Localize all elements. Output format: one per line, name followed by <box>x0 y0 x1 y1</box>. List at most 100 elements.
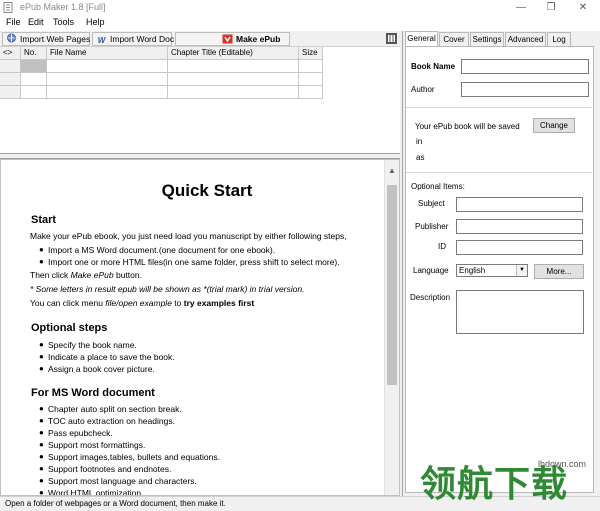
save-filename-label: as <box>416 153 425 162</box>
grid-cell[interactable] <box>47 60 168 73</box>
description-label: Description <box>410 293 451 302</box>
subject-label: Subject <box>418 199 445 208</box>
column-header-size[interactable]: Size <box>299 47 323 60</box>
book-name-input[interactable] <box>461 59 589 74</box>
menu-edit[interactable]: Edit <box>28 17 44 27</box>
column-header-chapter-title[interactable]: Chapter Title (Editable) <box>168 47 299 60</box>
tab-general[interactable]: General <box>405 31 438 47</box>
publisher-label: Publisher <box>415 222 449 231</box>
save-folder-label: in <box>416 137 423 146</box>
examples-text: You can click menu file/open example to … <box>30 298 255 308</box>
menu-file[interactable]: File <box>6 17 21 27</box>
grid-cell[interactable] <box>168 86 299 99</box>
import-web-pages-button[interactable]: Import Web Pages <box>2 32 90 46</box>
word-doc-heading: For MS Word document <box>31 387 155 399</box>
id-label: ID <box>438 242 446 251</box>
grid-cell[interactable] <box>168 73 299 86</box>
author-input[interactable] <box>461 82 589 97</box>
try-examples-link[interactable]: try examples first <box>184 298 254 308</box>
dropdown-arrow-icon[interactable]: ▼ <box>516 265 527 276</box>
list-item: ● Support footnotes and endnotes. <box>39 464 172 474</box>
row-header[interactable] <box>0 60 21 73</box>
view-toggle-icon[interactable] <box>386 33 397 44</box>
toolbar: Import Web Pages W Import Word Doc Make e… <box>0 31 400 47</box>
subject-input[interactable] <box>456 197 583 212</box>
menu-help[interactable]: Help <box>86 17 105 27</box>
list-item: ● Chapter auto split on section break. <box>39 404 182 414</box>
change-button[interactable]: Change <box>533 118 575 133</box>
tab-cover[interactable]: Cover <box>439 32 469 46</box>
grid-cell[interactable] <box>47 86 168 99</box>
list-item: ● Import a MS Word document.(one document… <box>39 245 276 255</box>
optional-steps-heading: Optional steps <box>31 322 108 334</box>
menu-tools[interactable]: Tools <box>53 17 74 27</box>
list-item: ● Support most language and characters. <box>39 476 197 486</box>
title-bar: ePub Maker 1.8 [Full] — ❐ ✕ <box>0 0 600 16</box>
columns-icon <box>387 34 396 43</box>
grid-cell[interactable] <box>168 60 299 73</box>
divider <box>406 107 592 108</box>
list-item: ● Word HTML optimization <box>39 488 142 496</box>
start-intro: Make your ePub ebook, you just need load… <box>30 231 347 241</box>
list-item: ● Specify the book name. <box>39 340 137 350</box>
app-icon <box>3 2 13 13</box>
language-select[interactable]: English ▼ <box>456 264 528 277</box>
minimize-button[interactable]: — <box>506 0 536 16</box>
make-epub-icon <box>222 34 233 44</box>
import-word-doc-button[interactable]: W Import Word Doc <box>92 32 175 46</box>
list-item: ● Support images,tables, bullets and equa… <box>39 452 221 462</box>
close-button[interactable]: ✕ <box>568 0 598 16</box>
tab-advanced[interactable]: Advanced <box>505 32 546 46</box>
window-title: ePub Maker 1.8 [Full] <box>20 2 106 12</box>
restore-button[interactable]: ❐ <box>536 0 566 16</box>
grid-cell[interactable] <box>21 86 47 99</box>
grid-cell[interactable] <box>299 60 323 73</box>
list-item: ● Assign a book cover picture. <box>39 364 155 374</box>
grid-cell[interactable] <box>21 73 47 86</box>
column-header-no[interactable]: No. <box>21 47 47 60</box>
optional-items-label: Optional Items: <box>411 182 465 191</box>
globe-icon <box>7 33 16 43</box>
make-epub-button[interactable]: Make ePub <box>175 32 290 46</box>
import-word-doc-label: Import Word Doc <box>110 34 175 44</box>
id-input[interactable] <box>456 240 583 255</box>
watermark-url: lhdown.com <box>538 459 587 469</box>
scroll-up-icon[interactable]: ▲ <box>388 166 396 175</box>
list-item: ● Import one or more HTML files(in one sa… <box>39 257 340 267</box>
menu-bar: File Edit Tools Help <box>0 16 600 31</box>
start-heading: Start <box>31 214 57 226</box>
vertical-scrollbar[interactable]: ▲ <box>384 160 399 495</box>
column-header-file-name[interactable]: File Name <box>47 47 168 60</box>
divider <box>406 172 592 173</box>
list-item: ● Support most formattings. <box>39 440 146 450</box>
quick-start-viewer[interactable]: Quick Start Start Make your ePub ebook, … <box>0 159 400 496</box>
save-location-text: Your ePub book will be saved <box>415 122 520 131</box>
list-item: ● Indicate a place to save the book. <box>39 352 175 362</box>
selected-cell[interactable] <box>21 60 47 73</box>
grid-cell[interactable] <box>47 73 168 86</box>
import-web-pages-label: Import Web Pages <box>20 34 91 44</box>
row-header[interactable] <box>0 73 21 86</box>
language-label: Language <box>413 266 449 275</box>
trial-note: * Some letters in result epub will be sh… <box>30 284 305 294</box>
book-name-label: Book Name <box>411 62 456 71</box>
description-textarea[interactable] <box>456 290 584 334</box>
more-button[interactable]: More... <box>534 264 584 279</box>
scrollbar-thumb[interactable] <box>387 185 397 385</box>
word-icon: W <box>97 36 106 45</box>
quick-start-title: Quick Start <box>161 181 253 200</box>
column-header-order[interactable]: <> <box>0 47 21 60</box>
publisher-input[interactable] <box>456 219 583 234</box>
file-grid[interactable]: <> No. File Name Chapter Title (Editable… <box>0 47 400 154</box>
then-click-text: Then click Make ePub button. <box>30 270 142 280</box>
tab-log[interactable]: Log <box>547 32 571 46</box>
row-header[interactable] <box>0 86 21 99</box>
list-item: ● TOC auto extraction on headings. <box>39 416 175 426</box>
make-epub-label: Make ePub <box>236 34 281 44</box>
grid-cell[interactable] <box>299 73 323 86</box>
language-value: English <box>459 266 486 275</box>
author-label: Author <box>411 85 435 94</box>
tab-settings[interactable]: Settings <box>470 32 504 46</box>
list-item: ● Pass epubcheck. <box>39 428 113 438</box>
grid-cell[interactable] <box>299 86 323 99</box>
